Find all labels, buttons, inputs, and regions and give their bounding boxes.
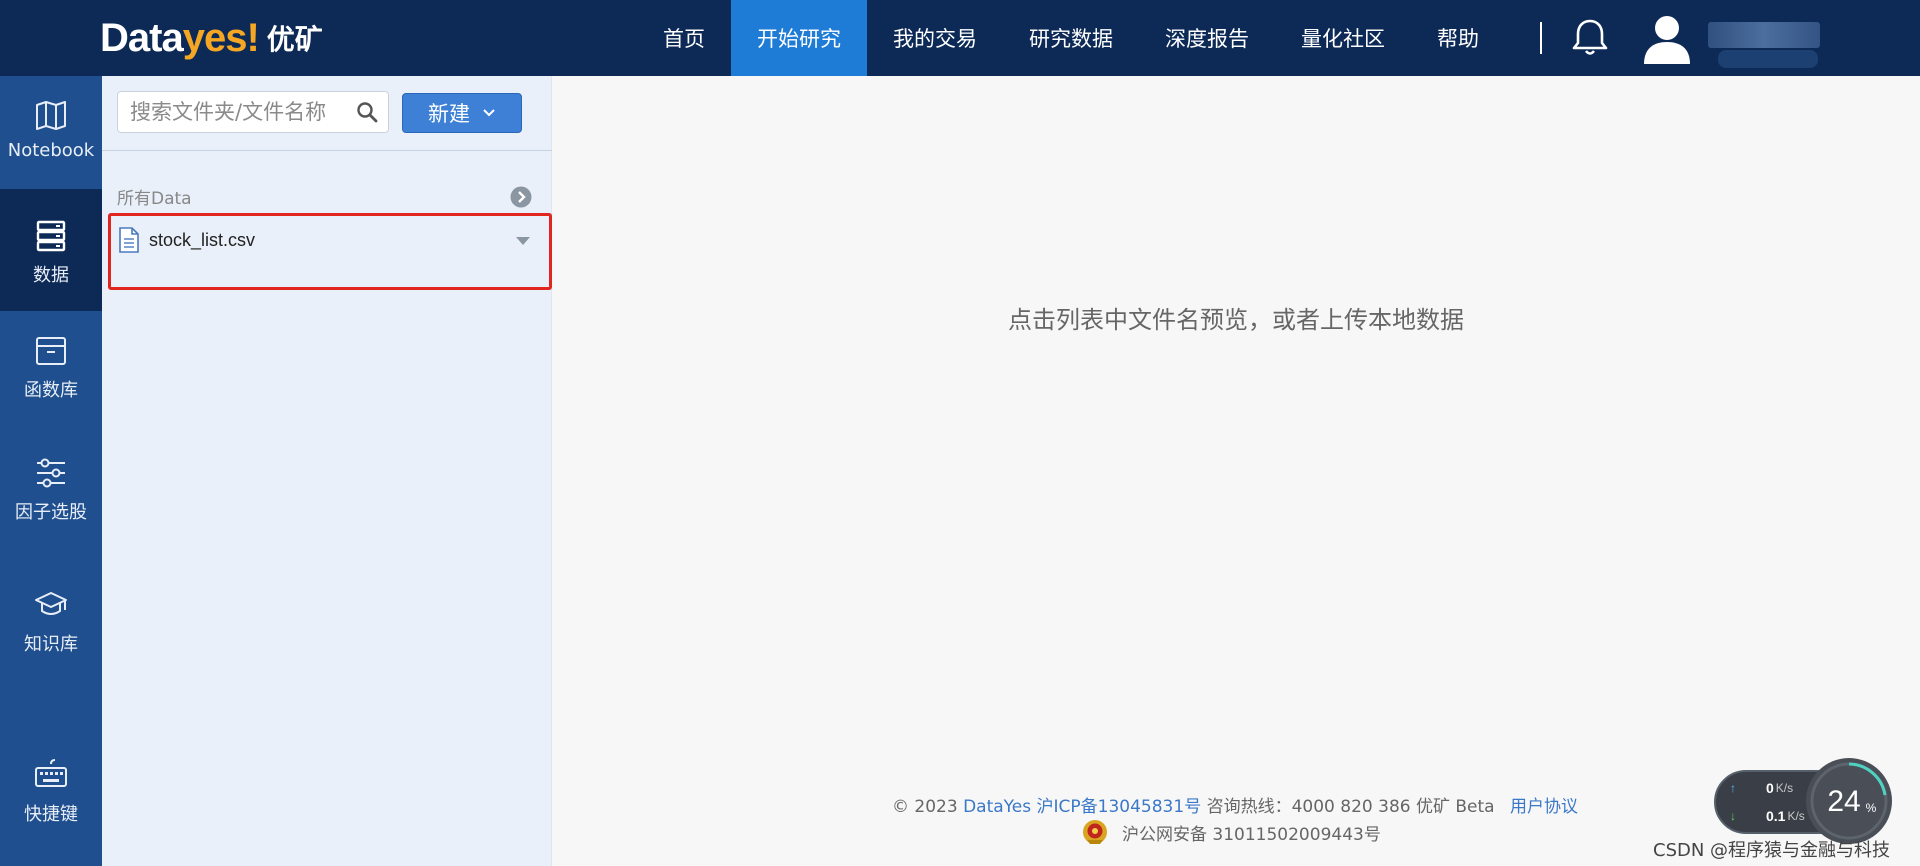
upload-arrow-icon: ↑: [1730, 781, 1736, 795]
nav-item-start-research[interactable]: 开始研究: [731, 0, 867, 76]
cpu-percent: 24: [1827, 785, 1860, 818]
nav-item-in-depth-reports[interactable]: 深度报告: [1139, 0, 1275, 76]
chevron-right-circle-icon[interactable]: [510, 186, 532, 208]
sidebar-item-factor-stock-picking[interactable]: 因子选股: [0, 456, 102, 556]
download-value: 0.1: [1766, 808, 1786, 824]
logo[interactable]: Data yes! 优矿: [100, 14, 323, 62]
watermark: CSDN @程序猿与金融与科技: [1653, 840, 1891, 861]
user-agreement-link[interactable]: 用户协议: [1510, 797, 1578, 817]
logo-text-accent: yes!: [182, 15, 260, 60]
download-unit: K/s: [1787, 809, 1805, 823]
sidebar-item-label: 知识库: [24, 634, 78, 655]
graduation-cap-icon: [35, 592, 67, 615]
sliders-icon: [37, 458, 65, 488]
book-icon: [36, 101, 66, 130]
username-blurred[interactable]: [1708, 22, 1820, 48]
username-blurred-sub: [1718, 50, 1818, 68]
search-input[interactable]: [130, 98, 350, 126]
cpu-gauge[interactable]: 24 %: [1804, 756, 1894, 846]
nav-label: 研究数据: [1029, 27, 1113, 51]
file-panel: 新建 所有Data stock_list.csv: [102, 76, 552, 866]
avatar-icon[interactable]: [1640, 12, 1694, 64]
nav-label: 首页: [663, 27, 705, 51]
nav-item-quant-community[interactable]: 量化社区: [1275, 0, 1411, 76]
download-speed: ↓ 0.1 K/s: [1730, 808, 1805, 824]
new-button[interactable]: 新建: [402, 93, 522, 133]
sidebar-item-notebook[interactable]: Notebook: [0, 76, 102, 189]
police-badge-icon: [1083, 820, 1107, 844]
nav-label: 我的交易: [893, 27, 977, 51]
sidebar-item-shortcuts[interactable]: 快捷键: [0, 758, 102, 858]
nav-label: 开始研究: [757, 27, 841, 51]
keyboard-icon: [35, 759, 67, 787]
file-row[interactable]: stock_list.csv: [108, 213, 552, 290]
footer-line-1: © 2023 DataYes 沪ICP备13045831号 咨询热线：4000 …: [892, 792, 1578, 817]
sidebar-item-function-library[interactable]: 函数库: [0, 334, 102, 434]
logo-text-main: Data: [100, 15, 184, 60]
new-button-label: 新建: [428, 102, 470, 126]
bell-icon[interactable]: [1568, 16, 1612, 60]
upload-unit: K/s: [1775, 781, 1794, 795]
footer-line-2: 沪公网安备 31011502009443号: [1082, 819, 1381, 845]
file-icon: [119, 227, 139, 253]
left-sidebar: Notebook 数据 函数库 因子选股 知识库 快捷键: [0, 76, 102, 866]
search-icon[interactable]: [356, 101, 378, 123]
cpu-percent-sign: %: [1866, 801, 1877, 815]
database-icon: [36, 220, 66, 252]
upload-speed: ↑ 0 K/s: [1730, 780, 1793, 796]
file-name[interactable]: stock_list.csv: [149, 230, 255, 251]
police-record-text[interactable]: 沪公网安备 31011502009443号: [1122, 820, 1381, 845]
section-title: 所有Data: [117, 189, 192, 209]
upload-value: 0: [1766, 780, 1774, 796]
nav-label: 深度报告: [1165, 27, 1249, 51]
empty-state-hint: 点击列表中文件名预览，或者上传本地数据: [1008, 306, 1464, 334]
archive-icon: [36, 337, 66, 365]
nav-divider: [1540, 22, 1542, 54]
sidebar-item-label: 快捷键: [24, 804, 78, 825]
icp-link[interactable]: 沪ICP备13045831号: [1037, 797, 1202, 817]
chevron-down-icon: [483, 109, 495, 117]
panel-divider: [102, 150, 552, 151]
sidebar-item-label: 因子选股: [15, 502, 87, 523]
main-nav: 首页 开始研究 我的交易 研究数据 深度报告 量化社区 帮助: [637, 0, 1505, 76]
sidebar-item-label: 函数库: [24, 380, 78, 401]
copyright-text: © 2023: [892, 797, 958, 817]
sidebar-item-label: Notebook: [7, 140, 95, 161]
sidebar-item-knowledge-base[interactable]: 知识库: [0, 588, 102, 688]
nav-label: 帮助: [1437, 27, 1479, 51]
top-navbar: Data yes! 优矿 首页 开始研究 我的交易 研究数据 深度报告 量化社区…: [0, 0, 1920, 76]
nav-item-research-data[interactable]: 研究数据: [1003, 0, 1139, 76]
nav-label: 量化社区: [1301, 27, 1385, 51]
logo-text-cn: 优矿: [266, 23, 323, 56]
company-link[interactable]: DataYes: [963, 797, 1031, 817]
sidebar-item-data[interactable]: 数据: [0, 189, 102, 311]
nav-item-home[interactable]: 首页: [637, 0, 731, 76]
nav-item-help[interactable]: 帮助: [1411, 0, 1505, 76]
main-content: 点击列表中文件名预览，或者上传本地数据 © 2023 DataYes 沪ICP备…: [552, 76, 1920, 866]
search-box: [117, 91, 389, 133]
nav-item-my-trading[interactable]: 我的交易: [867, 0, 1003, 76]
sidebar-item-label: 数据: [33, 265, 69, 286]
caret-down-icon[interactable]: [516, 236, 530, 246]
hotline-text: 咨询热线：4000 820 386 优矿 Beta: [1206, 797, 1495, 817]
download-arrow-icon: ↓: [1730, 809, 1736, 823]
